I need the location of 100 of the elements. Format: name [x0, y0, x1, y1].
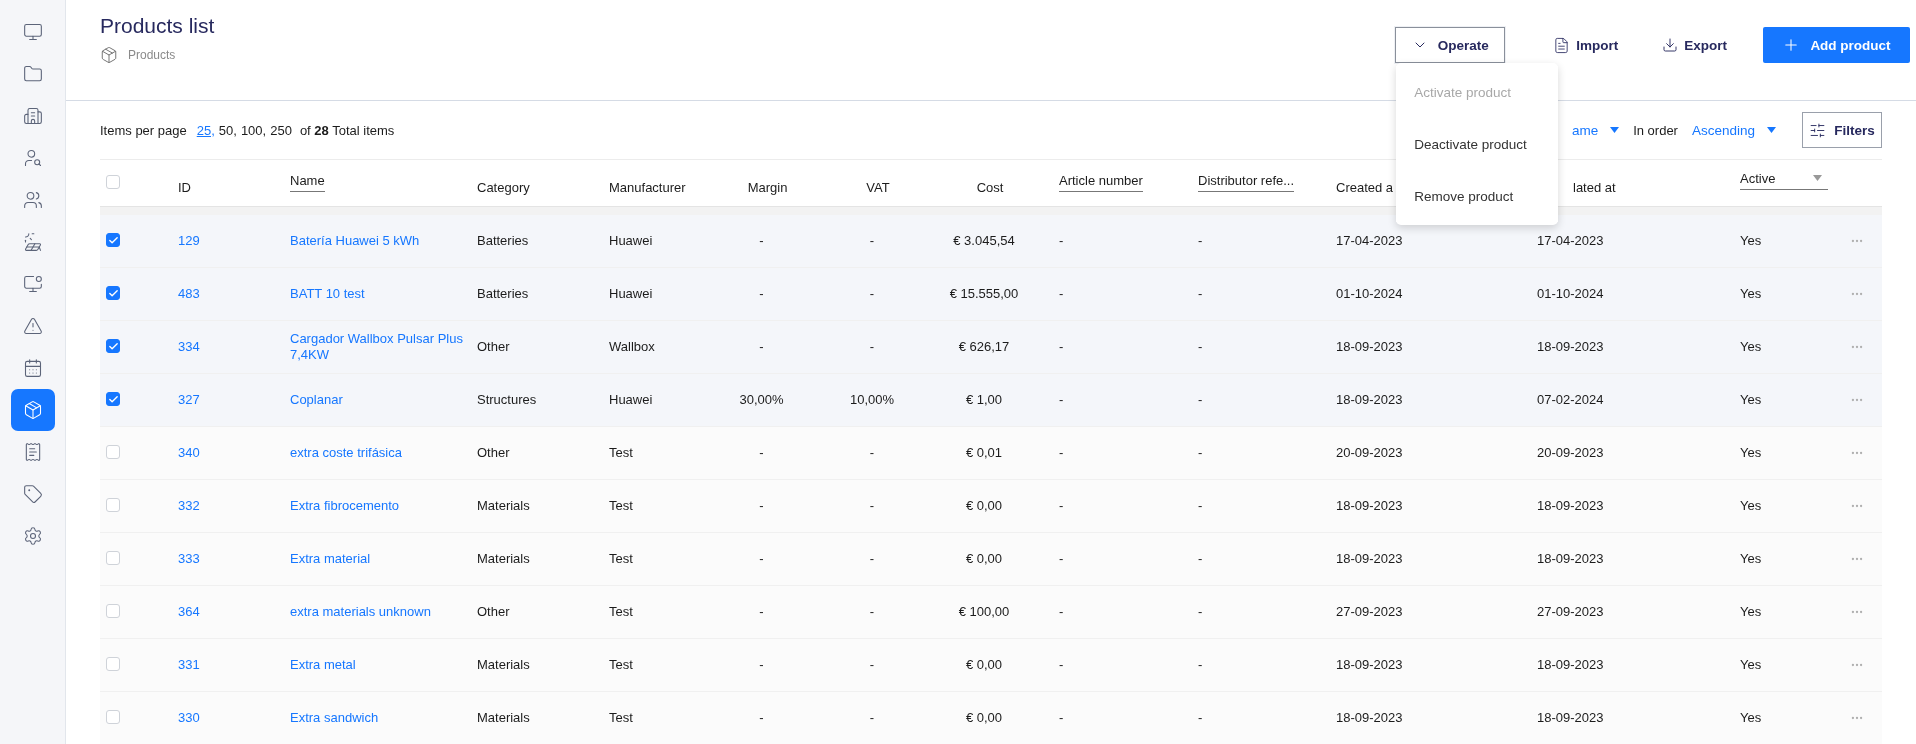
table-link[interactable]: 129	[178, 233, 290, 249]
monitor-icon	[22, 22, 43, 42]
page-size-link[interactable]: 25,	[196, 122, 215, 138]
users-icon	[22, 190, 43, 210]
column-header: VAT	[865, 178, 891, 195]
table-cell-text: Materials	[477, 498, 531, 514]
export-button[interactable]: Export	[1654, 27, 1735, 63]
menu-item[interactable]: Deactivate product	[1396, 118, 1559, 170]
table-row[interactable]: 129 Batería Huawei 5 kWh Batteries Huawei - - € 3.045,54 - - 17-04-2023 17-04-2023 Yes	[100, 215, 1882, 268]
table-row[interactable]: 483 BATT 10 test Batteries Huawei - - € 15.555,00 - - 01-10-2024 01-10-2024 Yes	[100, 268, 1882, 321]
table-row[interactable]: 334 Cargador Wallbox Pulsar Plus 7,4KW Other Wallbox - - € 626,17 - - 18-09-2023 18-09-2023 Yes	[100, 321, 1882, 374]
column-select-field[interactable]: Active	[1740, 170, 1828, 190]
table-cell-text: -	[1059, 604, 1065, 620]
table-link[interactable]: Extra sandwich	[290, 710, 477, 726]
column-filter-field[interactable]: Name	[290, 172, 325, 192]
table-cell-text: -	[868, 339, 876, 355]
table-cell-text: -	[1059, 233, 1065, 249]
table-cell-text: Test	[609, 498, 634, 514]
document-icon	[1553, 36, 1571, 54]
caret-icon	[1813, 175, 1822, 181]
table-cell-text: 18-09-2023	[1537, 710, 1605, 726]
table-cell-text: -	[868, 498, 876, 514]
table-cell-text: -	[758, 445, 765, 461]
table-cell-text: -	[1059, 445, 1065, 461]
row-checkbox[interactable]	[106, 392, 120, 407]
table-cell-text: -	[868, 286, 876, 302]
table-cell-text: 17-04-2023	[1537, 233, 1605, 249]
table-cell-text: Yes	[1740, 392, 1763, 408]
table-cell-text: -	[1198, 392, 1204, 408]
menu-item[interactable]: Remove product	[1396, 170, 1559, 222]
user-search-icon	[22, 148, 43, 168]
table-cell-text: Test	[609, 604, 634, 620]
table-cell-text: -	[868, 710, 876, 726]
table-link[interactable]: Extra material	[290, 551, 477, 567]
table-link[interactable]: BATT 10 test	[290, 286, 477, 302]
row-checkbox[interactable]	[106, 339, 120, 354]
table-link[interactable]: 330	[178, 710, 290, 726]
sliders-icon	[1809, 121, 1827, 139]
download-icon	[1662, 37, 1679, 53]
table-cell-text: -	[1198, 657, 1204, 673]
table-cell-text: 30,00%	[738, 392, 785, 408]
filters-button[interactable]: Filters	[1802, 112, 1882, 148]
table-cell-text: Yes	[1740, 233, 1763, 249]
table-row[interactable]: 333 Extra material Materials Test - - € 0,00 - - 18-09-2023 18-09-2023 Yes	[100, 533, 1882, 586]
solar-panel-icon	[22, 232, 43, 252]
table-link[interactable]: Cargador Wallbox Pulsar Plus 7,4KW	[290, 331, 477, 363]
table-link[interactable]: 483	[178, 286, 290, 302]
table-cell-text: Batteries	[477, 286, 530, 302]
table-link[interactable]: extra coste trifásica	[290, 445, 477, 461]
table-cell-text: € 0,01	[964, 445, 1004, 461]
sidebar-item[interactable]	[10, 389, 55, 431]
order-dropdown[interactable]: Ascending	[1691, 122, 1776, 138]
table-row[interactable]: 332 Extra fibrocemento Materials Test - - € 0,00 - - 18-09-2023 18-09-2023 Yes	[100, 480, 1882, 533]
table-cell-text: -	[868, 657, 876, 673]
operate-button[interactable]: Operate	[1395, 27, 1506, 63]
table-link[interactable]: Coplanar	[290, 392, 477, 408]
table-cell-text: -	[758, 551, 765, 567]
select-all-checkbox[interactable]	[106, 174, 120, 189]
table-link[interactable]: 331	[178, 657, 290, 673]
table-cell-text: -	[758, 657, 765, 673]
table-link[interactable]: extra materials unknown	[290, 604, 477, 620]
table-cell-text: -	[868, 445, 876, 461]
page-size-link[interactable]: 250	[270, 122, 292, 138]
table-link[interactable]: Batería Huawei 5 kWh	[290, 233, 477, 249]
table-cell-text: € 626,17	[957, 339, 1011, 355]
table-link[interactable]: Extra metal	[290, 657, 477, 673]
table-row[interactable]: 340 extra coste trifásica Other Test - - € 0,01 - - 20-09-2023 20-09-2023 Yes	[100, 427, 1882, 480]
table-cell-text: Yes	[1740, 551, 1763, 567]
table-cell-text: 01-10-2024	[1336, 286, 1404, 302]
table-cell-text: 10,00%	[848, 392, 896, 408]
table-link[interactable]: 333	[178, 551, 290, 567]
table-cell-text: Yes	[1740, 286, 1763, 302]
table-cell-text: 20-09-2023	[1537, 445, 1605, 461]
add-product-button[interactable]: Add product	[1763, 27, 1910, 63]
page-size-link[interactable]: 50,	[218, 122, 237, 138]
table-link[interactable]: 340	[178, 445, 290, 461]
table-link[interactable]: 334	[178, 339, 290, 355]
table-cell-text: € 15.555,00	[948, 286, 1020, 302]
table-row[interactable]: 331 Extra metal Materials Test - - € 0,00 - - 18-09-2023 18-09-2023 Yes	[100, 639, 1882, 692]
table-cell-text: -	[1198, 445, 1204, 461]
table-link[interactable]: 327	[178, 392, 290, 408]
table-cell-text: 18-09-2023	[1537, 551, 1605, 567]
row-checkbox[interactable]	[106, 286, 120, 301]
order-label: In order	[1633, 122, 1678, 138]
table-row[interactable]: 327 Coplanar Structures Huawei 30,00% 10,00% € 1,00 - - 18-09-2023 07-02-2024 Yes	[100, 374, 1882, 427]
table-cell-text: € 3.045,54	[952, 233, 1016, 249]
table-link[interactable]: Extra fibrocemento	[290, 498, 477, 514]
column-filter-field[interactable]: Article number	[1059, 172, 1143, 192]
row-checkbox[interactable]	[106, 233, 120, 248]
page-size-link[interactable]: 100,	[240, 122, 267, 138]
building-icon	[22, 106, 43, 126]
table-cell-text: -	[1059, 339, 1065, 355]
table-row[interactable]: 364 extra materials unknown Other Test - - € 100,00 - - 27-09-2023 27-09-2023 Yes	[100, 586, 1882, 639]
import-button[interactable]: Import	[1545, 27, 1627, 63]
sort-field-dropdown[interactable]: ame	[1571, 122, 1620, 138]
column-filter-field[interactable]: Distributor refe...	[1198, 172, 1295, 192]
table-link[interactable]: 332	[178, 498, 290, 514]
package-icon	[100, 46, 118, 64]
table-link[interactable]: 364	[178, 604, 290, 620]
table-row[interactable]: 330 Extra sandwich Materials Test - - € 0,00 - - 18-09-2023 18-09-2023 Yes	[100, 692, 1882, 744]
